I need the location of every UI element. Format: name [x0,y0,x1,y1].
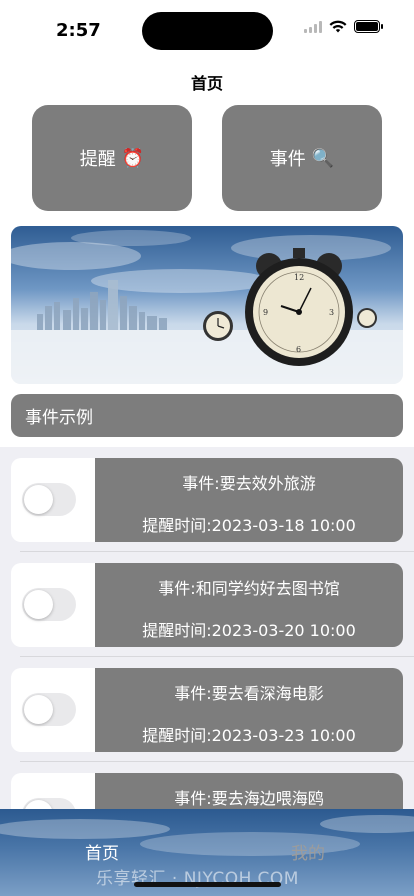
svg-text:9: 9 [263,308,268,317]
event-time: 提醒时间:2023-03-18 10:00 [142,516,356,535]
remind-button[interactable]: 提醒 ⏰ [32,105,192,211]
event-toggle[interactable] [22,798,76,809]
row-divider [20,551,414,552]
remind-button-label: 提醒 [79,149,116,170]
event-row[interactable]: 事件:和同学约好去图书馆 提醒时间:2023-03-20 10:00 [11,563,403,647]
event-card: 事件:和同学约好去图书馆 提醒时间:2023-03-20 10:00 [95,563,403,647]
event-time: 提醒时间:2023-03-20 10:00 [142,621,356,640]
event-button-label: 事件 [269,149,306,170]
event-card: 事件:要去效外旅游 提醒时间:2023-03-18 10:00 [95,458,403,542]
row-divider [20,761,414,762]
tab-home[interactable]: 首页 [85,839,119,864]
event-title: 事件:要去看深海电影 [174,684,324,703]
svg-text:3: 3 [329,308,334,317]
tab-bar: 首页 我的 乐享轻汇 · NJYCQH.COM [0,809,414,896]
event-card: 事件:要去海边喂海鸥 [95,773,403,809]
event-card: 事件:要去看深海电影 提醒时间:2023-03-23 10:00 [95,668,403,752]
event-toggle[interactable] [22,693,76,726]
svg-text:6: 6 [296,345,301,354]
event-toggle[interactable] [22,483,76,516]
event-row[interactable]: 事件:要去看深海电影 提醒时间:2023-03-23 10:00 [11,668,403,752]
alarm-clock-icon: ⏰ [121,147,145,169]
status-icons [304,20,383,33]
event-row[interactable]: 事件:要去海边喂海鸥 [11,773,403,809]
cellular-signal-icon [304,20,322,33]
row-divider [20,656,414,657]
event-toggle[interactable] [22,588,76,621]
status-bar: 2:57 [0,0,414,62]
home-indicator [134,882,281,887]
status-time: 2:57 [56,20,101,41]
page-title: 首页 [190,74,223,93]
battery-icon [354,20,383,33]
event-title: 事件:要去海边喂海鸥 [174,789,324,808]
wifi-icon [329,20,347,33]
svg-text:12: 12 [294,273,304,282]
tab-mine[interactable]: 我的 [291,839,325,864]
banner-image: 12 6 3 9 [11,226,403,384]
magnifier-icon: 🔍 [311,147,335,169]
dynamic-island [142,12,273,50]
section-header: 事件示例 [11,394,403,437]
event-row[interactable]: 事件:要去效外旅游 提醒时间:2023-03-18 10:00 [11,458,403,542]
event-button[interactable]: 事件 🔍 [222,105,382,211]
event-list[interactable]: 事件:要去效外旅游 提醒时间:2023-03-18 10:00 事件:和同学约好… [0,447,414,809]
event-title: 事件:和同学约好去图书馆 [158,579,340,598]
event-time: 提醒时间:2023-03-23 10:00 [142,726,356,745]
event-title: 事件:要去效外旅游 [182,474,316,493]
